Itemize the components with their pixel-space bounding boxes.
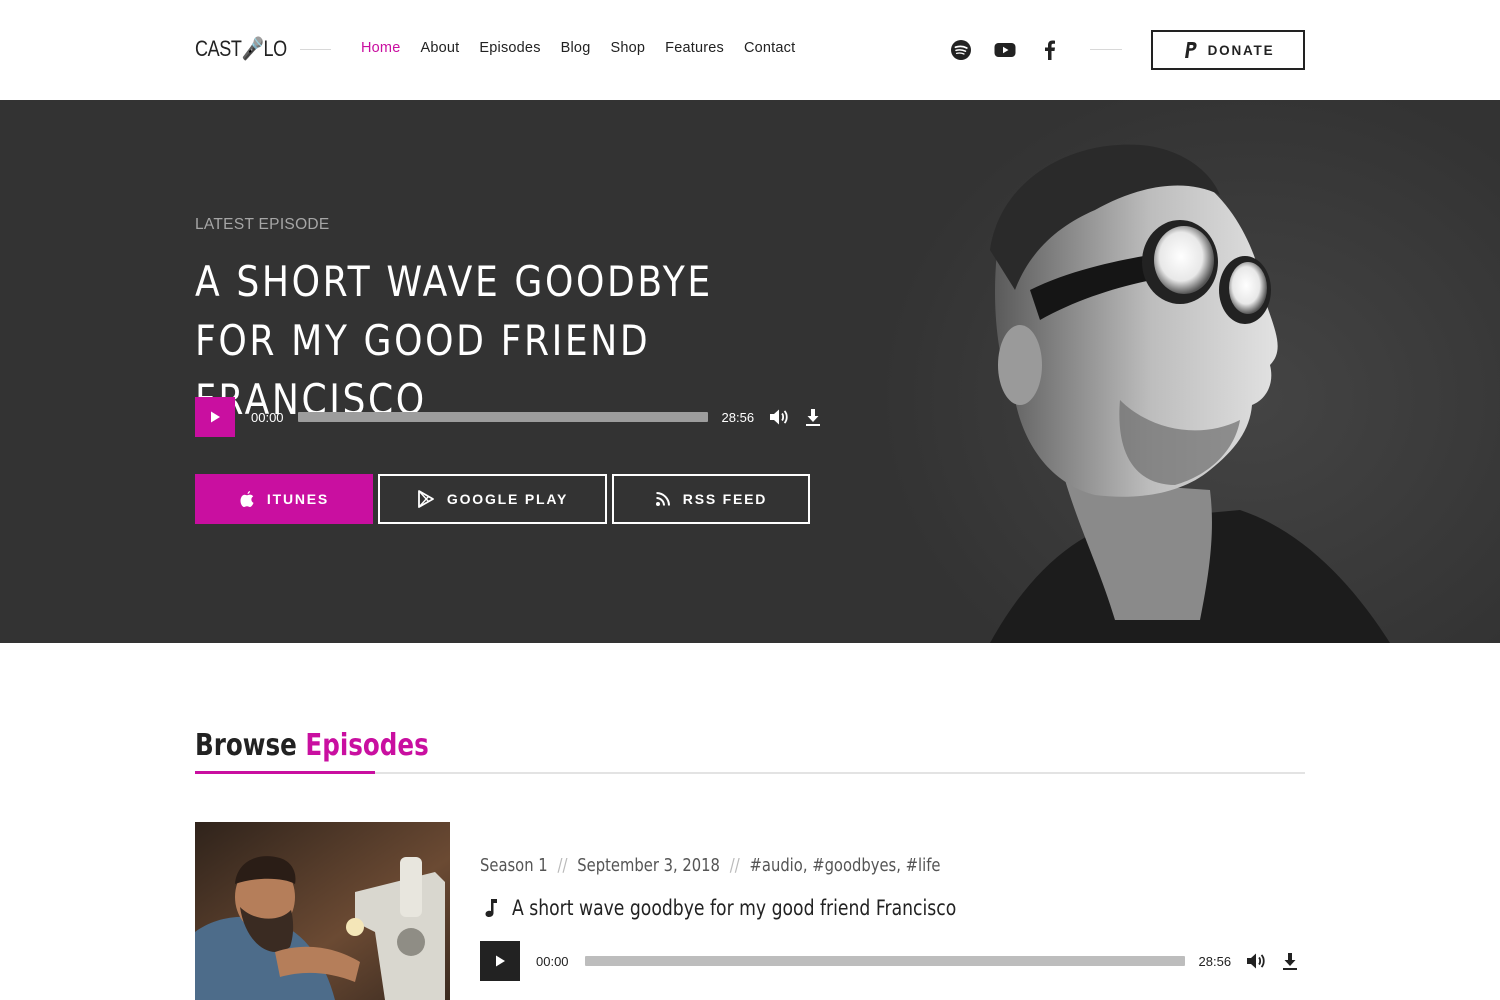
episode-audio-player: 00:00 28:56 [480,941,1305,981]
rss-feed-button[interactable]: RSS FEED [612,474,810,524]
google-play-icon [417,490,434,508]
episode-tags[interactable]: #audio, #goodbyes, #life [750,855,941,876]
itunes-label: ITUNES [266,491,330,507]
paypal-icon [1184,42,1197,58]
download-icon[interactable] [804,407,822,427]
google-play-label: GOOGLE PLAY [446,491,569,507]
browse-title-accent: Episodes [305,728,429,763]
divider [300,49,331,50]
google-play-button[interactable]: GOOGLE PLAY [378,474,607,524]
episode-title[interactable]: A short wave goodbye for my good friend … [512,896,956,920]
volume-icon[interactable] [1245,951,1267,971]
current-time: 00:00 [251,409,284,425]
nav-blog[interactable]: Blog [561,40,591,56]
apple-icon [240,491,254,507]
nav-features[interactable]: Features [665,40,724,56]
donate-button[interactable]: DONATE [1151,30,1305,70]
duration: 28:56 [1198,953,1232,969]
latest-episode-label: LATEST EPISODE [195,216,330,233]
duration: 28:56 [721,409,755,425]
rss-feed-label: RSS FEED [682,491,768,507]
play-button[interactable] [480,941,520,981]
volume-icon[interactable] [768,407,790,427]
main-nav: Home About Episodes Blog Shop Features C… [361,40,815,56]
site-header: CAST🎤LO Home About Episodes Blog Shop Fe… [0,0,1500,100]
browse-title-plain: Browse [195,728,297,763]
site-logo[interactable]: CAST🎤LO [195,36,287,62]
hero-portrait-image [880,100,1500,643]
episode-meta: Season 1//September 3, 2018//#audio, #go… [480,855,941,876]
download-icon[interactable] [1281,951,1299,971]
nav-home[interactable]: Home [361,40,400,56]
rss-icon [655,492,670,506]
progress-bar[interactable] [297,412,708,422]
youtube-icon[interactable] [993,38,1017,62]
nav-episodes[interactable]: Episodes [479,40,540,56]
browse-episodes-heading: Browse Episodes [195,728,429,763]
facebook-icon[interactable] [1038,38,1062,62]
play-icon [211,411,220,423]
episode-season[interactable]: Season 1 [480,855,548,876]
donate-label: DONATE [1207,42,1275,58]
episode-date[interactable]: September 3, 2018 [577,855,720,876]
hero-section: LATEST EPISODE A SHORT WAVE GOODBYE FOR … [0,100,1500,643]
nav-shop[interactable]: Shop [610,40,645,56]
nav-contact[interactable]: Contact [744,40,795,56]
play-button[interactable] [195,397,235,437]
play-icon [496,955,505,967]
music-note-icon [485,899,497,917]
current-time: 00:00 [536,953,569,969]
nav-about[interactable]: About [420,40,459,56]
progress-bar[interactable] [584,956,1185,966]
episode-title-row: A short wave goodbye for my good friend … [482,896,1054,920]
hero-audio-player: 00:00 28:56 [195,397,825,437]
spotify-icon[interactable] [949,38,973,62]
itunes-button[interactable]: ITUNES [195,474,373,524]
heading-underline [195,771,375,774]
divider [1090,49,1122,50]
episode-thumbnail-image[interactable] [195,822,450,1000]
